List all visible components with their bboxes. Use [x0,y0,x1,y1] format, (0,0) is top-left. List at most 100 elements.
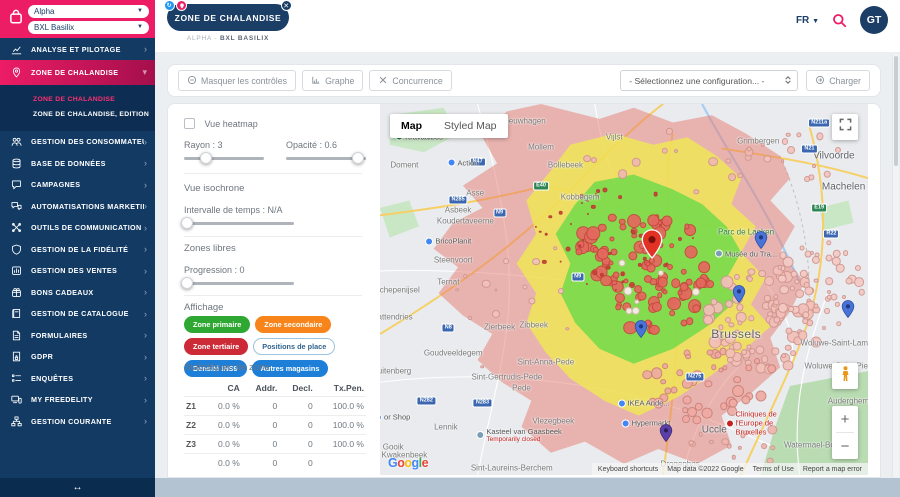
sidebar-item-database[interactable]: BASE DE DONNÉES› [0,153,155,175]
data-circle-marker[interactable] [770,445,776,451]
map-poi[interactable]: Kasteel van GaasbeekTemporarily closed [476,427,561,443]
tab-pin-badge-icon[interactable] [176,0,187,11]
map-poi[interactable]: Musée du Tra... [715,249,777,258]
map-poi[interactable]: IKEA Ande... [617,399,669,408]
interval-slider[interactable] [184,217,294,229]
data-circle-marker[interactable] [788,306,794,312]
heatmap-checkbox[interactable] [184,118,195,129]
data-circle-marker[interactable] [624,287,633,296]
load-button[interactable]: Charger [806,70,870,91]
radius-slider[interactable] [184,152,264,164]
data-circle-marker[interactable] [812,164,816,168]
radius-slider-thumb[interactable] [200,152,212,164]
sidebar-item-loyalty[interactable]: GESTION DE LA FIDÉLITÉ› [0,239,155,261]
data-circle-marker[interactable] [830,294,837,301]
data-circle-marker[interactable] [832,257,841,266]
data-circle-marker[interactable] [754,358,760,364]
sidebar-collapse-button[interactable]: ↔ [0,478,155,497]
data-circle-marker[interactable] [653,192,658,197]
sidebar-item-gdpr[interactable]: GDPR› [0,346,155,368]
data-circle-marker[interactable] [858,289,865,296]
data-circle-marker[interactable] [767,364,777,374]
configuration-select[interactable]: - Sélectionnez une configuration... - [620,70,798,91]
data-circle-marker[interactable] [618,195,622,199]
workspace-select[interactable]: Alpha▼ [28,5,149,18]
search-icon[interactable] [832,13,847,28]
submenu-item[interactable]: ZONE DE CHALANDISE [0,92,155,107]
data-circle-marker[interactable] [613,272,620,279]
attribution-link[interactable]: Keyboard shortcuts [598,466,658,473]
sidebar-item-automation[interactable]: AUTOMATISATIONS MARKETING› [0,196,155,218]
data-circle-marker[interactable] [764,276,774,286]
data-circle-marker[interactable] [843,250,849,256]
tab-refresh-badge-icon[interactable]: ↻ [164,0,175,11]
data-circle-marker[interactable] [707,349,714,356]
location-pin-purple[interactable] [659,424,672,447]
data-circle-marker[interactable] [802,319,808,325]
data-circle-marker[interactable] [592,270,598,276]
data-circle-marker[interactable] [680,282,689,291]
map-poi[interactable]: or Shop [380,413,410,422]
data-circle-marker[interactable] [638,291,647,300]
data-circle-marker[interactable] [786,132,791,137]
store-select[interactable]: BXL Basilix▼ [28,21,149,34]
data-circle-marker[interactable] [706,280,714,288]
data-circle-marker[interactable] [627,214,641,228]
tab-close-icon[interactable]: ✕ [281,0,292,11]
data-circle-marker[interactable] [854,278,864,288]
pegman-button[interactable] [832,363,858,389]
data-circle-marker[interactable] [683,407,689,413]
data-circle-marker[interactable] [640,222,646,228]
zoom-in-button[interactable]: + [832,406,858,432]
display-badge[interactable]: Zone primaire [184,316,250,333]
data-circle-marker[interactable] [632,158,641,167]
display-badge[interactable]: Zone tertiaire [184,338,248,355]
data-circle-marker[interactable] [657,293,663,299]
sidebar-item-campaigns[interactable]: CAMPAGNES› [0,174,155,196]
data-circle-marker[interactable] [667,297,681,311]
data-circle-marker[interactable] [606,265,611,270]
data-circle-marker[interactable] [468,316,472,320]
data-circle-marker[interactable] [827,290,831,294]
data-circle-marker[interactable] [631,230,636,235]
data-circle-marker[interactable] [822,326,826,330]
google-logo[interactable]: Google [388,456,428,470]
display-badge[interactable]: Zone secondaire [255,316,331,333]
display-badge[interactable]: Positions de place [253,338,335,355]
sidebar-item-sales[interactable]: GESTION DES VENTES› [0,260,155,282]
data-circle-marker[interactable] [621,272,625,276]
map-poi[interactable]: BricoPlanit [425,237,471,246]
data-circle-marker[interactable] [565,247,570,252]
data-circle-marker[interactable] [836,321,842,327]
sidebar-item-zone[interactable]: ZONE DE CHALANDISE▾ [0,60,155,85]
data-circle-marker[interactable] [591,157,597,163]
map-type-map-button[interactable]: Map [390,114,433,138]
data-circle-marker[interactable] [618,170,628,180]
data-circle-marker[interactable] [804,176,810,182]
data-circle-marker[interactable] [663,290,668,295]
data-circle-marker[interactable] [608,252,612,256]
data-circle-marker[interactable] [825,308,831,314]
data-circle-marker[interactable] [778,274,787,283]
data-circle-marker[interactable] [814,278,819,283]
data-circle-marker[interactable] [694,402,703,411]
data-circle-marker[interactable] [680,268,687,275]
data-circle-marker[interactable] [480,365,484,369]
data-circle-marker[interactable] [728,399,737,408]
competition-button[interactable]: Concurrence [369,70,451,91]
fullscreen-button[interactable] [832,114,858,140]
map-poi[interactable]: Cliniques de l'Europe de Bruxelles [726,410,806,437]
sidebar-item-catalog[interactable]: GESTION DE CATALOGUE› [0,303,155,325]
language-select[interactable]: FR ▼ [796,15,819,26]
attribution-link[interactable]: Map data ©2022 Google [667,466,743,473]
data-circle-marker[interactable] [825,277,833,285]
data-circle-marker[interactable] [582,239,584,241]
sidebar-item-freedelity[interactable]: MY FREEDELITY› [0,389,155,411]
data-circle-marker[interactable] [783,360,794,371]
sidebar-item-forms[interactable]: FORMULAIRES› [0,325,155,347]
data-circle-marker[interactable] [800,246,805,251]
data-circle-marker[interactable] [761,355,769,363]
data-circle-marker[interactable] [825,254,832,261]
sidebar-item-communication[interactable]: OUTILS DE COMMUNICATION› [0,217,155,239]
sidebar-item-gift[interactable]: BONS CADEAUX› [0,282,155,304]
